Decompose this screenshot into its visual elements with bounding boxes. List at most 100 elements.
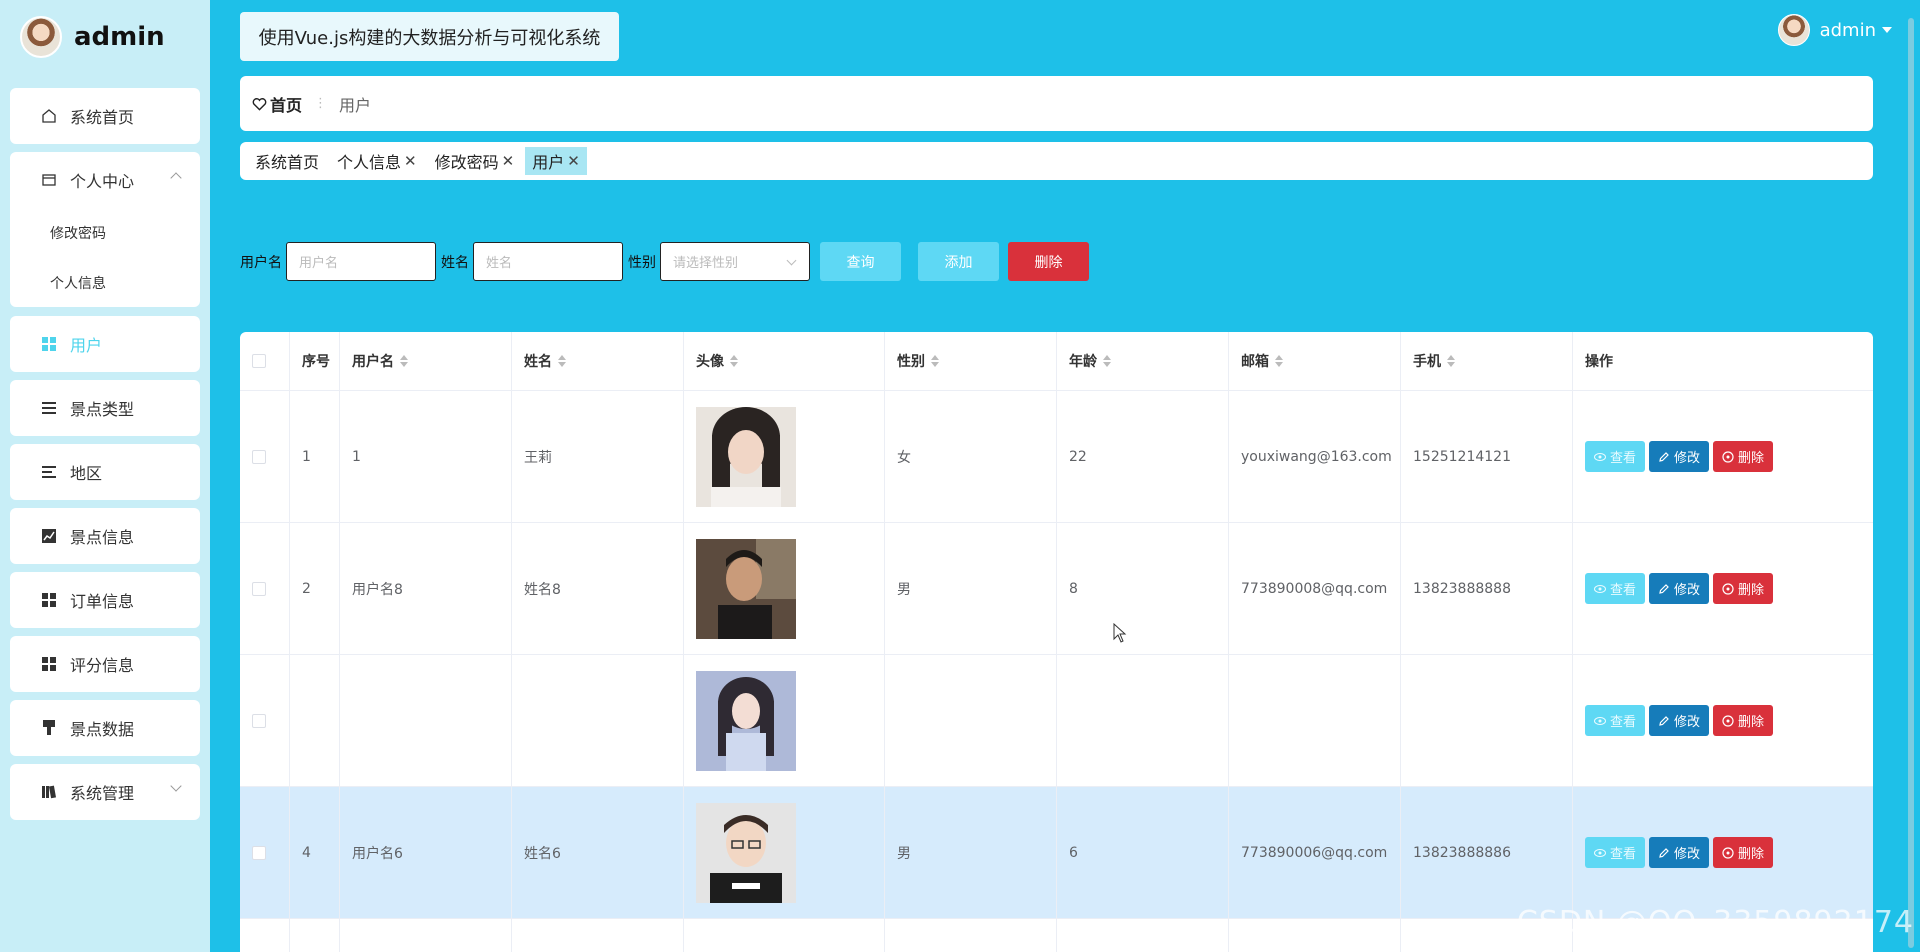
sidebar-item-users[interactable]: 用户 xyxy=(10,316,200,372)
sort-icon[interactable] xyxy=(558,355,566,367)
delete-row-button[interactable]: 删除 xyxy=(1713,705,1773,736)
column-header[interactable]: 头像 xyxy=(684,332,885,390)
edit-button[interactable]: 修改 xyxy=(1649,705,1709,736)
cell-gender: 女 xyxy=(885,391,1057,522)
row-checkbox[interactable] xyxy=(252,713,266,728)
circle-close-icon xyxy=(1722,714,1734,727)
edit-button[interactable]: 修改 xyxy=(1649,837,1709,868)
cell-name: 姓名6 xyxy=(512,787,684,918)
row-checkbox[interactable] xyxy=(252,449,266,464)
circle-close-icon xyxy=(1722,582,1734,595)
delete-row-button[interactable]: 删除 xyxy=(1713,573,1773,604)
tag-profile[interactable]: 个人信息 ✕ xyxy=(330,147,424,175)
row-checkbox[interactable] xyxy=(252,581,266,596)
view-button[interactable]: 查看 xyxy=(1585,441,1645,472)
close-icon[interactable]: ✕ xyxy=(404,152,417,170)
brush-icon xyxy=(40,719,58,737)
sidebar-item-region[interactable]: 地区 xyxy=(10,444,200,500)
cell-age: 22 xyxy=(1057,391,1229,522)
cell-age: 6 xyxy=(1057,787,1229,918)
table-row: 2 用户名8 姓名8 男 8 773890008@qq.com 13823888… xyxy=(240,523,1873,655)
cell-index: 4 xyxy=(290,787,340,918)
sidebar-item-system[interactable]: 系统管理 xyxy=(10,764,200,820)
sidebar-subitem-profile[interactable]: 个人信息 xyxy=(10,258,200,308)
search-form: 用户名 用户名 姓名 姓名 性别 请选择性别 查询 添加 删除 xyxy=(240,242,1089,281)
close-icon[interactable]: ✕ xyxy=(502,152,515,170)
column-header[interactable]: 性别 xyxy=(885,332,1057,390)
breadcrumb: 首页 ⋮ 用户 xyxy=(240,76,1873,131)
eye-icon xyxy=(1593,848,1606,857)
cell-username: 1 xyxy=(340,391,512,522)
tags-bar: 系统首页 个人信息 ✕ 修改密码 ✕ 用户 ✕ xyxy=(240,142,1873,180)
sidebar-item-personal[interactable]: 个人中心 xyxy=(10,152,200,208)
sidebar: admin 系统首页 个人中心 修改密码 个人信息 用户 景点类型 地区 景点信… xyxy=(0,0,210,952)
tag-users[interactable]: 用户 ✕ xyxy=(525,147,587,175)
sidebar-item-scenic-info[interactable]: 景点信息 xyxy=(10,508,200,564)
pencil-icon xyxy=(1659,583,1669,594)
user-table: 序号 用户名 姓名 头像 性别 年龄 邮箱 手机 操作 1 1 王莉 女 22 … xyxy=(240,332,1873,952)
cell-name: 王莉 xyxy=(512,391,684,522)
tag-home[interactable]: 系统首页 xyxy=(248,147,326,175)
avatar-icon xyxy=(20,16,62,58)
table-row: 1 1 王莉 女 22 youxiwang@163.com 1525121412… xyxy=(240,391,1873,523)
select-all-checkbox[interactable] xyxy=(252,354,266,368)
query-button[interactable]: 查询 xyxy=(820,242,901,281)
tag-password[interactable]: 修改密码 ✕ xyxy=(428,147,522,175)
sidebar-item-label: 系统首页 xyxy=(70,108,135,127)
edit-button[interactable]: 修改 xyxy=(1649,573,1709,604)
sidebar-item-orders[interactable]: 订单信息 xyxy=(10,572,200,628)
view-button[interactable]: 查看 xyxy=(1585,573,1645,604)
sort-icon[interactable] xyxy=(1103,355,1111,367)
username-input[interactable]: 用户名 xyxy=(286,242,436,281)
mouse-cursor-icon xyxy=(1113,623,1127,643)
close-icon[interactable]: ✕ xyxy=(567,152,580,170)
scrollbar[interactable] xyxy=(1908,18,1914,948)
column-header: 序号 xyxy=(290,332,340,390)
sidebar-item-scenic-data[interactable]: 景点数据 xyxy=(10,700,200,756)
column-header[interactable]: 年龄 xyxy=(1057,332,1229,390)
row-checkbox[interactable] xyxy=(252,845,266,860)
breadcrumb-current: 用户 xyxy=(339,95,372,115)
column-header[interactable]: 姓名 xyxy=(512,332,684,390)
sidebar-item-label: 景点数据 xyxy=(70,720,135,739)
cell-email xyxy=(1229,655,1401,786)
view-button[interactable]: 查看 xyxy=(1585,705,1645,736)
sidebar-subitem-password[interactable]: 修改密码 xyxy=(10,208,200,258)
breadcrumb-home[interactable]: 首页 xyxy=(252,92,302,116)
cell-phone: 15251214121 xyxy=(1401,391,1573,522)
sidebar-item-label: 用户 xyxy=(70,336,103,355)
user-menu[interactable]: admin xyxy=(1777,14,1892,46)
delete-button[interactable]: 删除 xyxy=(1008,242,1089,281)
sort-icon[interactable] xyxy=(730,355,738,367)
name-input[interactable]: 姓名 xyxy=(473,242,623,281)
sort-icon[interactable] xyxy=(931,355,939,367)
sort-icon[interactable] xyxy=(1447,355,1455,367)
column-header[interactable]: 用户名 xyxy=(340,332,512,390)
sort-icon[interactable] xyxy=(400,355,408,367)
sidebar-group-personal: 个人中心 修改密码 个人信息 xyxy=(10,152,200,307)
column-header[interactable]: 邮箱 xyxy=(1229,332,1401,390)
avatar-photo xyxy=(696,406,796,507)
column-header[interactable]: 手机 xyxy=(1401,332,1573,390)
gender-select[interactable]: 请选择性别 xyxy=(660,242,810,281)
sidebar-item-home[interactable]: 系统首页 xyxy=(10,88,200,144)
edit-button[interactable]: 修改 xyxy=(1649,441,1709,472)
grid-icon xyxy=(40,335,58,353)
cell-gender: 男 xyxy=(885,523,1057,654)
cell-phone: 13823888886 xyxy=(1401,787,1573,918)
cell-age xyxy=(1057,655,1229,786)
brand-name: admin xyxy=(74,22,165,52)
cell-index: 2 xyxy=(290,523,340,654)
sort-icon[interactable] xyxy=(1275,355,1283,367)
delete-row-button[interactable]: 删除 xyxy=(1713,837,1773,868)
brand: admin xyxy=(20,16,165,58)
add-button[interactable]: 添加 xyxy=(918,242,999,281)
main-area: 使用Vue.js构建的大数据分析与可视化系统 admin 首页 ⋮ 用户 系统首… xyxy=(210,0,1920,952)
sidebar-item-scenic-type[interactable]: 景点类型 xyxy=(10,380,200,436)
delete-row-button[interactable]: 删除 xyxy=(1713,441,1773,472)
sidebar-item-ratings[interactable]: 评分信息 xyxy=(10,636,200,692)
circle-close-icon xyxy=(1722,450,1734,463)
gender-label: 性别 xyxy=(628,254,656,271)
view-button[interactable]: 查看 xyxy=(1585,837,1645,868)
grid-icon xyxy=(40,655,58,673)
